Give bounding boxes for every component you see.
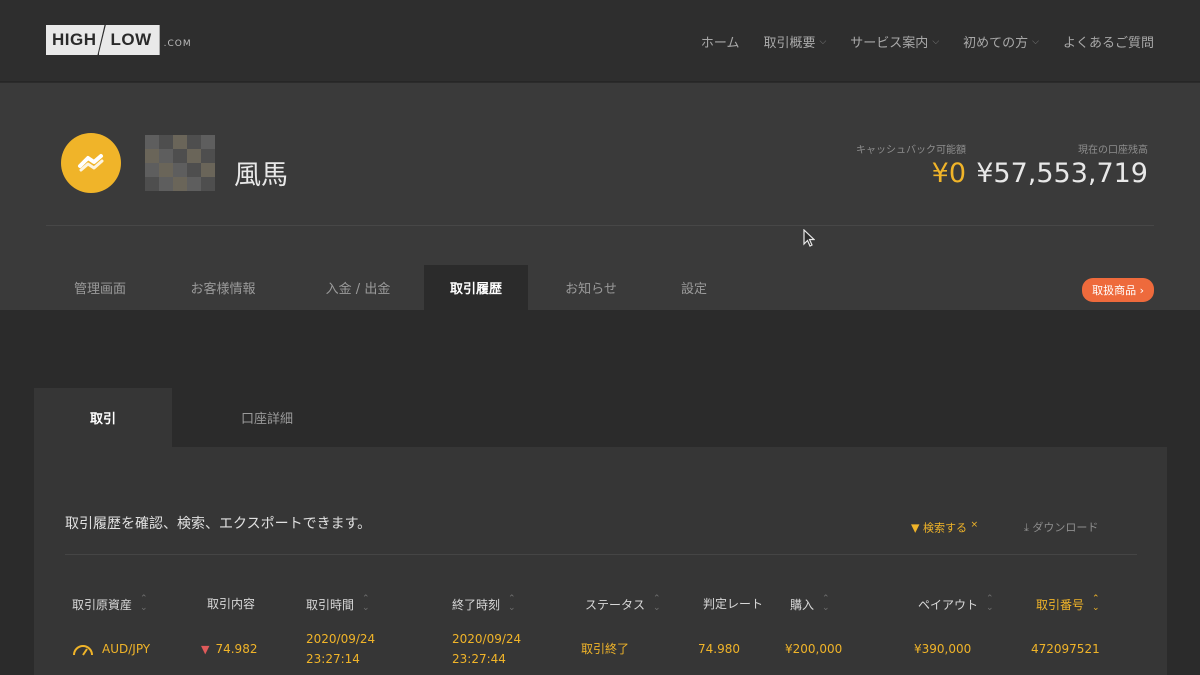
download-button[interactable]: ⤓ ダウンロード — [1024, 519, 1098, 535]
panel-divider — [65, 554, 1137, 555]
chevron-down-icon: ⌵ — [1032, 36, 1039, 47]
close-icon: × — [970, 519, 979, 530]
products-button[interactable]: 取扱商品 › — [1082, 278, 1154, 302]
nav-item-trading-overview[interactable]: 取引概要 ⌵ — [763, 32, 826, 51]
tab-dashboard[interactable]: 管理画面 — [46, 265, 154, 310]
logo-low-text: LOW — [98, 25, 160, 55]
logo-high-text: HIGH — [46, 25, 105, 55]
column-header-payout[interactable]: ペイアウト ⌃ ⌄ — [918, 595, 994, 613]
table-row-purchase: ¥200,000 — [785, 642, 843, 656]
search-label: 検索する — [922, 521, 967, 535]
column-header-asset[interactable]: 取引原資産 ⌃ ⌄ — [72, 595, 148, 613]
chevron-down-icon: ⌵ — [932, 36, 940, 47]
column-header-label: 終了時刻 — [452, 597, 501, 612]
table-row-payout: ¥390,000 — [914, 642, 972, 656]
sort-icon: ⌃ ⌄ — [822, 594, 830, 613]
column-header-label: 取引原資産 — [72, 597, 133, 612]
subtab-trades[interactable]: 取引 — [34, 388, 172, 447]
exchange-arrows-icon — [78, 154, 104, 172]
column-header-label: ステータス — [585, 597, 646, 612]
column-header-status[interactable]: ステータス ⌃ ⌄ — [585, 595, 661, 613]
nav-item-home[interactable]: ホーム — [701, 32, 740, 51]
sort-icon: ⌃ ⌄ — [362, 594, 370, 613]
nav-item-label: サービス案内 — [850, 36, 929, 51]
subtab-account-details[interactable]: 口座詳細 — [172, 388, 362, 447]
nav-item-label: ホーム — [700, 36, 740, 51]
asset-name: AUD/JPY — [102, 642, 151, 656]
table-row-trade-number: 472097521 — [1031, 642, 1100, 656]
main-nav: ホーム 取引概要 ⌵ サービス案内 ⌵ 初めての方 ⌵ よくあるご質問 — [701, 32, 1154, 51]
nav-item-label: よくあるご質問 — [1062, 36, 1154, 51]
sort-icon: ⌃ ⌄ — [653, 594, 661, 613]
chevron-down-icon: ⌵ — [819, 36, 827, 47]
account-balance: 現在の口座残高 ¥57,553,719 — [976, 141, 1148, 189]
column-header-end-time[interactable]: 終了時刻 ⌃ ⌄ — [452, 595, 516, 613]
column-header-purchase[interactable]: 購入 ⌃ ⌄ — [790, 595, 830, 613]
download-label: ダウンロード — [1032, 521, 1099, 534]
cashback-balance: キャッシュバック可能額 ¥0 — [856, 141, 966, 189]
end-time: 23:27:44 — [452, 652, 506, 666]
end-date: 2020/09/24 — [452, 632, 522, 646]
nav-item-beginners[interactable]: 初めての方 ⌵ — [963, 32, 1039, 51]
table-row-status: 取引終了 — [581, 642, 630, 656]
trade-date: 2020/09/24 — [306, 632, 376, 646]
table-row-end-time: 2020/09/24 23:27:44 — [452, 629, 521, 669]
nav-item-label: 取引概要 — [763, 36, 816, 51]
panel-description: 取引履歴を確認、検索、エクスポートできます。 — [65, 516, 372, 532]
sort-icon: ⌃ ⌄ — [986, 594, 994, 613]
column-header-label: ペイアウト — [918, 597, 979, 612]
blurred-name-image — [145, 135, 215, 191]
download-icon: ⤓ — [1024, 521, 1029, 534]
column-header-rate[interactable]: 判定レート — [703, 595, 763, 612]
sort-icon: ⌃ ⌄ — [140, 594, 148, 613]
avatar — [61, 133, 121, 193]
history-subtabs: 取引 口座詳細 — [34, 388, 362, 447]
column-header-trade-number[interactable]: 取引番号 ⌃ ⌄ — [1036, 595, 1100, 613]
account-username: 風馬 — [234, 160, 288, 191]
table-row-asset: AUD/JPY — [72, 639, 150, 659]
tab-settings[interactable]: 設定 — [654, 265, 734, 310]
tab-notices[interactable]: お知らせ — [528, 265, 654, 310]
search-button[interactable]: ▼ 検索する × — [911, 519, 978, 536]
tab-deposit-withdraw[interactable]: 入金 / 出金 — [292, 265, 424, 310]
column-header-label: 取引番号 — [1036, 597, 1085, 612]
tab-trade-history[interactable]: 取引履歴 — [424, 265, 528, 310]
account-balance-label: 現在の口座残高 — [1078, 145, 1148, 156]
nav-item-services[interactable]: サービス案内 ⌵ — [850, 32, 939, 51]
column-header-label: 購入 — [790, 597, 815, 612]
gauge-icon — [73, 644, 93, 656]
account-tabs: 管理画面 お客様情報 入金 / 出金 取引履歴 お知らせ 設定 — [46, 265, 734, 310]
cashback-value: ¥0 — [931, 158, 966, 189]
column-header-trade-time[interactable]: 取引時間 ⌃ ⌄ — [306, 595, 370, 613]
filter-icon: ▼ — [911, 521, 920, 535]
column-header-label: 取引時間 — [306, 597, 355, 612]
account-balance-value: ¥57,553,719 — [976, 158, 1148, 189]
nav-item-faq[interactable]: よくあるご質問 — [1063, 32, 1154, 51]
highlow-logo[interactable]: HIGH LOW .COM — [46, 22, 192, 58]
top-navigation-bar: HIGH LOW .COM ホーム 取引概要 ⌵ サービス案内 ⌵ 初めての方 … — [0, 0, 1200, 82]
nav-item-label: 初めての方 — [963, 36, 1029, 51]
table-row-trade-time: 2020/09/24 23:27:14 — [306, 629, 375, 669]
cashback-label: キャッシュバック可能額 — [856, 145, 966, 156]
trade-history-panel: 取引履歴を確認、検索、エクスポートできます。 ▼ 検索する × ⤓ ダウンロード… — [34, 447, 1167, 675]
entry-rate: 74.982 — [215, 642, 258, 656]
logo-com-text: .COM — [163, 39, 192, 49]
header-divider — [46, 225, 1154, 226]
tab-customer-info[interactable]: お客様情報 — [154, 265, 292, 310]
trade-time: 23:27:14 — [306, 652, 360, 666]
column-header-label: 取引内容 — [207, 597, 256, 611]
sort-icon: ⌃ ⌄ — [508, 594, 516, 613]
column-header-label: 判定レート — [703, 597, 764, 611]
down-arrow-icon: ▼ — [201, 643, 210, 656]
table-row-content: ▼ 74.982 — [201, 639, 257, 660]
column-header-content[interactable]: 取引内容 — [207, 595, 255, 612]
table-row-rate: 74.980 — [698, 642, 740, 656]
account-header: 風馬 キャッシュバック可能額 ¥0 現在の口座残高 ¥57,553,719 管理… — [0, 83, 1200, 310]
sort-icon: ⌃ ⌄ — [1092, 594, 1100, 613]
mouse-cursor-icon — [803, 229, 815, 247]
